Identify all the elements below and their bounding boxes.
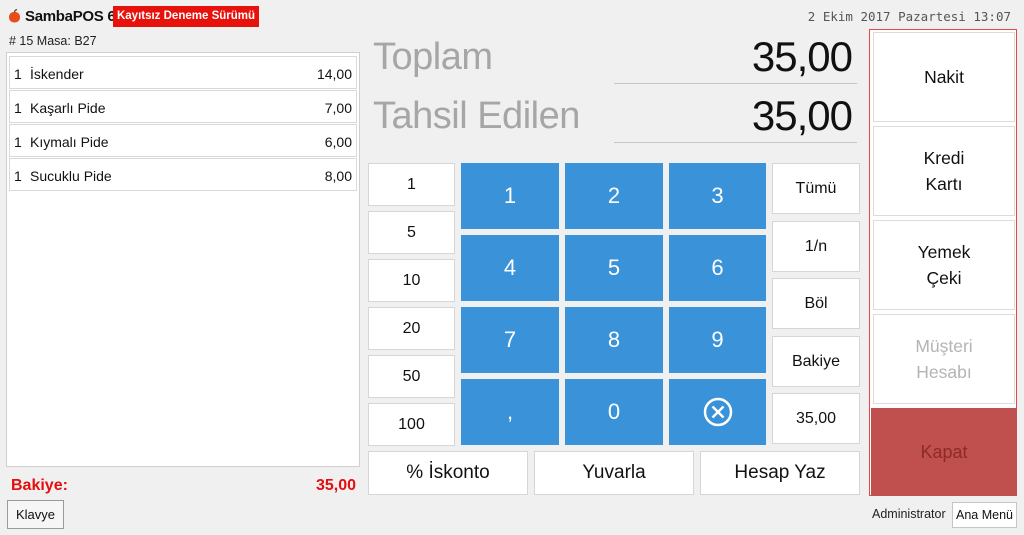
divide-button[interactable]: Böl [772, 278, 860, 329]
numpad-clear-button[interactable] [669, 379, 766, 445]
datetime-display: 2 Ekim 2017 Pazartesi 13:07 [807, 9, 1011, 24]
numpad-key-comma[interactable]: , [461, 379, 559, 445]
collected-divider [614, 142, 857, 143]
amount-button[interactable]: 35,00 [772, 393, 860, 444]
order-row[interactable]: 1 İskender 14,00 [9, 56, 357, 89]
total-label: Toplam [373, 36, 493, 78]
numpad-key-8[interactable]: 8 [565, 307, 663, 373]
order-row[interactable]: 1 Sucuklu Pide 8,00 [9, 158, 357, 191]
customer-account-button[interactable]: Müşteri Hesabı [873, 314, 1015, 404]
payment-methods-panel: Nakit Kredi Kartı Yemek Çeki Müşteri Hes… [869, 29, 1017, 496]
clear-x-icon [703, 397, 732, 427]
numpad-key-2[interactable]: 2 [565, 163, 663, 229]
order-name: İskender [30, 66, 84, 82]
ticket-info: # 15 Masa: B27 [9, 34, 97, 48]
balance-button[interactable]: Bakiye [772, 336, 860, 387]
balance-value: 35,00 [315, 477, 356, 494]
total-value: 35,00 [751, 33, 853, 80]
order-price: 14,00 [316, 66, 352, 82]
order-price: 6,00 [324, 134, 352, 150]
order-qty: 1 [14, 134, 22, 150]
user-label: Administrator [872, 507, 946, 521]
order-qty: 1 [14, 66, 22, 82]
balance-label: Bakiye: [11, 477, 68, 494]
numpad-key-5[interactable]: 5 [565, 235, 663, 301]
order-name: Kaşarlı Pide [30, 100, 106, 116]
order-qty: 1 [14, 100, 22, 116]
payment-screen: SambaPOS 6 Kayıtsız Deneme Sürümü 2 Ekim… [0, 0, 1024, 535]
keyboard-button[interactable]: Klavye [7, 500, 64, 529]
meal-voucher-button[interactable]: Yemek Çeki [873, 220, 1015, 310]
trial-badge: Kayıtsız Deneme Sürümü [113, 6, 259, 27]
main-menu-button[interactable]: Ana Menü [952, 502, 1017, 528]
order-row[interactable]: 1 Kıymalı Pide 6,00 [9, 124, 357, 157]
numpad-key-7[interactable]: 7 [461, 307, 559, 373]
numpad-key-9[interactable]: 9 [669, 307, 766, 373]
collected-label: Tahsil Edilen [373, 95, 580, 137]
numpad-key-1[interactable]: 1 [461, 163, 559, 229]
print-bill-button[interactable]: Hesap Yaz [700, 451, 860, 495]
numpad-key-0[interactable]: 0 [565, 379, 663, 445]
all-button[interactable]: Tümü [772, 163, 860, 214]
collected-value: 35,00 [751, 92, 853, 139]
order-price: 7,00 [324, 100, 352, 116]
order-name: Kıymalı Pide [30, 134, 109, 150]
app-title: SambaPOS 6 [25, 8, 116, 25]
numpad-key-3[interactable]: 3 [669, 163, 766, 229]
preset-amount-button[interactable]: 10 [368, 259, 455, 302]
preset-amount-button[interactable]: 50 [368, 355, 455, 398]
close-button[interactable]: Kapat [871, 408, 1017, 496]
order-list: 1 İskender 14,00 1 Kaşarlı Pide 7,00 1 K… [6, 52, 360, 467]
preset-amount-button[interactable]: 1 [368, 163, 455, 206]
round-button[interactable]: Yuvarla [534, 451, 694, 495]
preset-amount-button[interactable]: 5 [368, 211, 455, 254]
order-name: Sucuklu Pide [30, 168, 112, 184]
order-qty: 1 [14, 168, 22, 184]
total-divider [614, 83, 857, 84]
order-row[interactable]: 1 Kaşarlı Pide 7,00 [9, 90, 357, 123]
credit-card-button[interactable]: Kredi Kartı [873, 126, 1015, 216]
discount-button[interactable]: % İskonto [368, 451, 528, 495]
numpad-key-4[interactable]: 4 [461, 235, 559, 301]
preset-amount-button[interactable]: 20 [368, 307, 455, 350]
sambapos-logo-icon [9, 9, 20, 23]
cash-button[interactable]: Nakit [873, 32, 1015, 122]
numpad-key-6[interactable]: 6 [669, 235, 766, 301]
preset-amount-button[interactable]: 100 [368, 403, 455, 446]
order-price: 8,00 [324, 168, 352, 184]
split-n-button[interactable]: 1/n [772, 221, 860, 272]
